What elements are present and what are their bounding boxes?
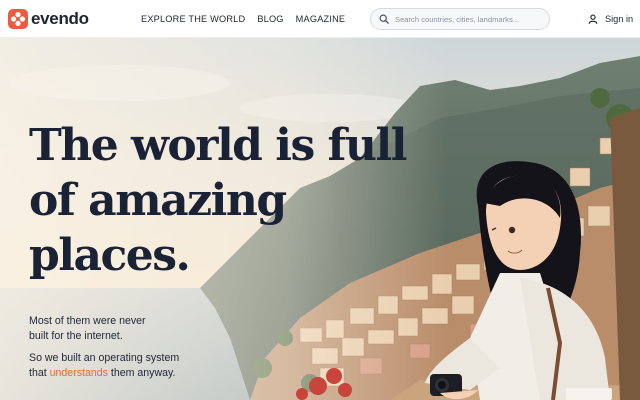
hero-title-line: of amazing: [29, 175, 287, 226]
hero-copy-line: that understands them anyway.: [29, 366, 209, 381]
hero-title: The world is full of amazing places.: [29, 118, 409, 283]
hero-title-line: places.: [29, 230, 191, 281]
hero-copy-text: them anyway.: [107, 367, 176, 379]
nav-magazine[interactable]: MAGAZINE: [296, 12, 346, 26]
hero-copy: Most of them were never built for the in…: [29, 314, 209, 381]
logo-mark-icon: [8, 9, 28, 29]
hero-copy-line: Most of them were never: [29, 315, 146, 327]
site-header: evendo EXPLORE THE WORLD BLOG MAGAZINE S…: [0, 0, 640, 38]
search-box[interactable]: [370, 8, 550, 30]
main-nav: EXPLORE THE WORLD BLOG MAGAZINE: [141, 12, 357, 26]
nav-blog[interactable]: BLOG: [257, 12, 283, 26]
search-icon: [379, 14, 389, 24]
hero-copy-text: that: [29, 367, 50, 379]
brand-name: evendo: [31, 9, 89, 28]
hero-copy-line: built for the internet.: [29, 330, 123, 342]
hero-title-line: The world is full: [29, 120, 407, 171]
search-input[interactable]: [395, 14, 549, 24]
hero-highlight-word: understands: [49, 367, 108, 379]
user-icon: [588, 14, 598, 24]
nav-explore-the-world[interactable]: EXPLORE THE WORLD: [141, 12, 245, 26]
sign-in-button[interactable]: Sign in: [588, 12, 633, 26]
brand-logo[interactable]: evendo: [8, 9, 89, 29]
sign-in-label: Sign in: [605, 14, 634, 24]
hero-copy-line: So we built an operating system: [29, 352, 180, 364]
hero-section: The world is full of amazing places. Mos…: [0, 38, 640, 400]
